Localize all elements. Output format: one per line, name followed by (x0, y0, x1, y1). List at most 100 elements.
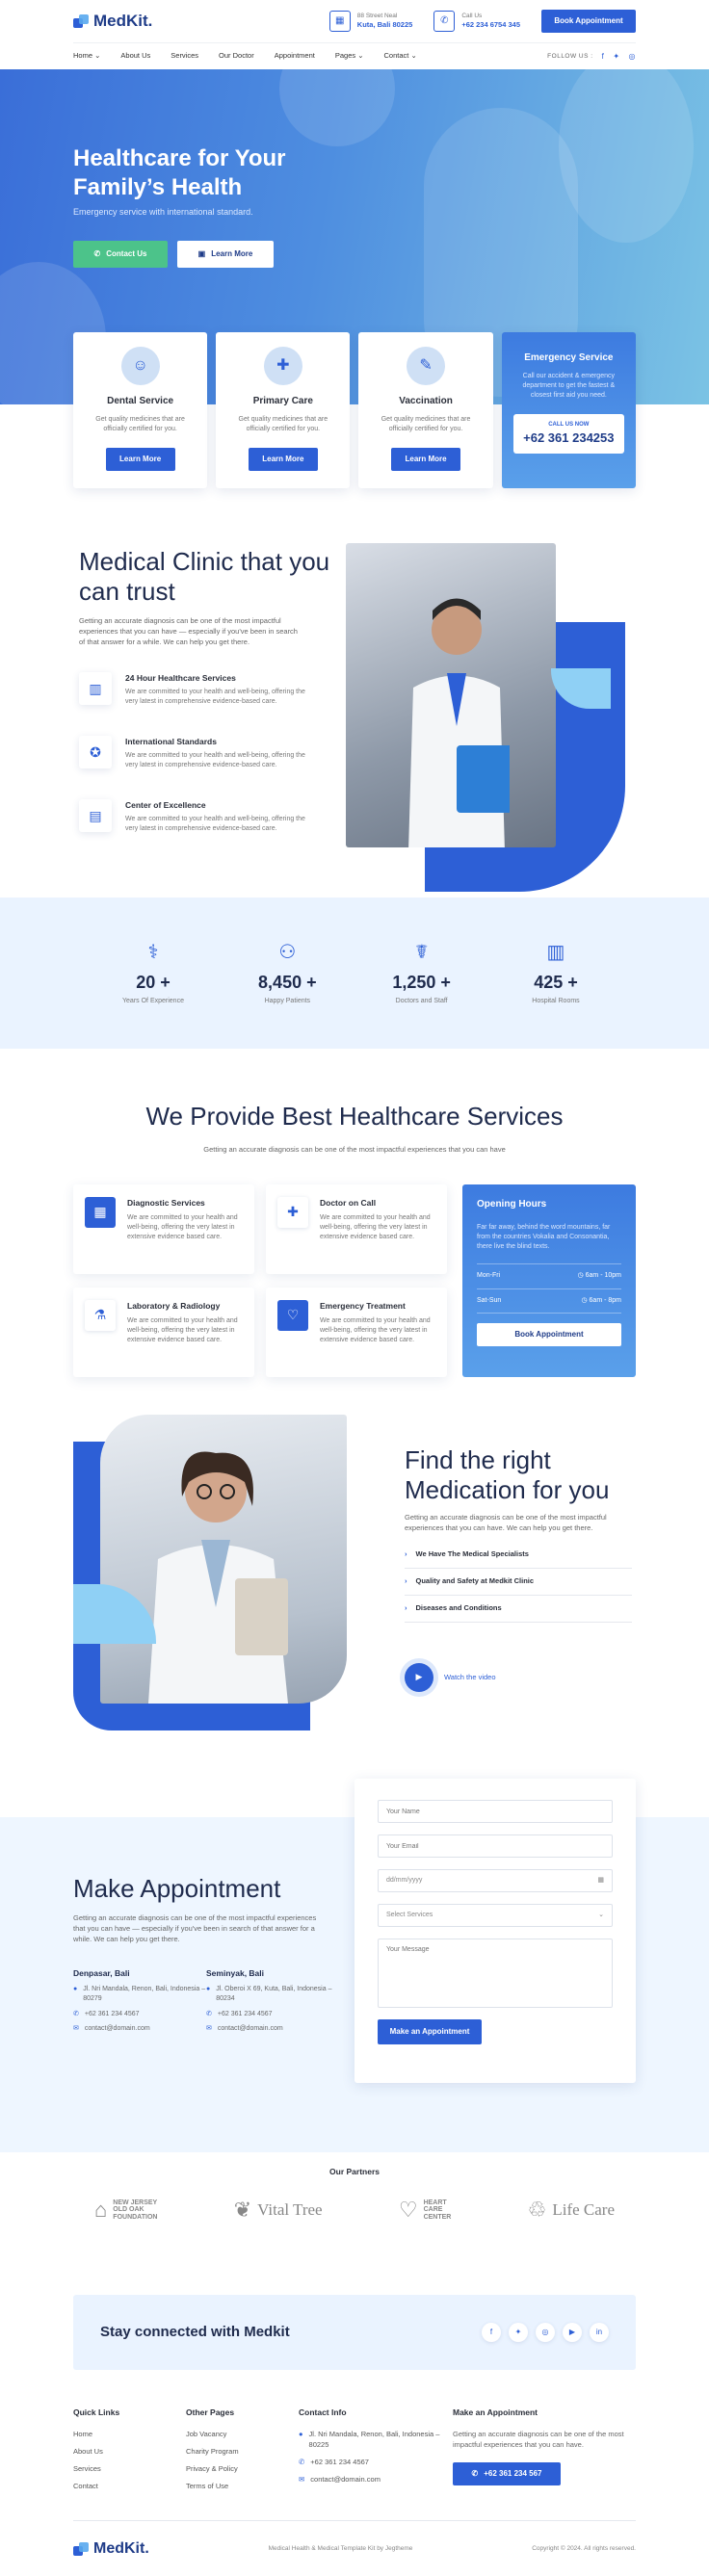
stat-item: ▥ 425 + Hospital Rooms (503, 939, 609, 1006)
message-field[interactable] (378, 1939, 613, 2008)
footer-link[interactable]: Terms of Use (186, 2482, 299, 2492)
service-item[interactable]: ✚ Doctor on Call We are committed to your… (266, 1184, 447, 1274)
map-pin-icon: ● (206, 1986, 211, 1993)
site-header: MedKit. ▦ 88 Street Neal Kuta, Bali 80225… (73, 0, 636, 69)
calendar-icon: ▦ (597, 1876, 604, 1884)
logo-line: OLD OAK (113, 2206, 144, 2214)
address-line1: 88 Street Neal (356, 12, 398, 19)
facebook-icon[interactable]: f (602, 51, 605, 63)
location-email[interactable]: contact@domain.com (85, 2024, 150, 2034)
nav-our-doctor[interactable]: Our Doctor (219, 51, 254, 62)
service-item[interactable]: ▦ Diagnostic Services We are committed to… (73, 1184, 254, 1274)
service-item[interactable]: ♡ Emergency Treatment We are committed to… (266, 1287, 447, 1377)
learn-more-button[interactable]: ▣ Learn More (177, 241, 274, 268)
medication-list-item[interactable]: › Quality and Safety at Medkit Clinic (405, 1576, 632, 1596)
service-card: ✚ Primary Care Get quality medicines tha… (216, 332, 351, 488)
footer-call-button[interactable]: ✆ +62 361 234 567 (453, 2462, 561, 2486)
facebook-icon[interactable]: f (482, 2323, 501, 2342)
logo-line: NEW JERSEY (113, 2199, 158, 2206)
location-phone[interactable]: +62 361 234 4567 (218, 2010, 273, 2019)
nav-home[interactable]: Home ⌄ (73, 51, 100, 62)
services-lead: Getting an accurate diagnosis can be one… (203, 1144, 506, 1154)
footer-copyright: Copyright © 2024. All rights reserved. (532, 2544, 636, 2552)
footer-heading: Contact Info (299, 2407, 347, 2417)
hours-text: Far far away, behind the word mountains,… (477, 1224, 611, 1251)
medication-title: Find the right Medication for you (405, 1445, 610, 1505)
learn-more-button[interactable]: Learn More (248, 447, 318, 471)
instagram-icon[interactable]: ◎ (629, 51, 636, 63)
footer-logo[interactable]: MedKit. (73, 2537, 149, 2560)
medication-lead: Getting an accurate diagnosis can be one… (405, 1513, 607, 1532)
card-text: Get quality medicines that are officiall… (95, 415, 185, 432)
hours-row: Sat-Sun ◷ 6am - 8pm (477, 1288, 621, 1314)
service-title: Laboratory & Radiology (127, 1300, 221, 1311)
medication-list-item[interactable]: › Diseases and Conditions (405, 1603, 632, 1623)
date-field[interactable]: dd/mm/yyyy ▦ (378, 1869, 613, 1892)
emergency-title: Emergency Service (524, 352, 614, 363)
chevron-down-icon: ⌄ (410, 51, 417, 61)
stat-value: 20 + (136, 973, 171, 993)
location-block: Seminyak, Bali ● Jl. Oberoi X 69, Kuta, B… (206, 1967, 341, 2039)
nav-about[interactable]: About Us (120, 51, 150, 62)
footer-link[interactable]: Privacy & Policy (186, 2464, 299, 2475)
footer-credit: Medical Health & Medical Template Kit by… (268, 2544, 413, 2552)
phone-info: ✆ Call Us +62 234 6754 345 (433, 11, 520, 32)
clock-icon: ◷ (577, 1272, 584, 1280)
twitter-icon[interactable]: ✦ (509, 2323, 528, 2342)
chevron-down-icon: ⌄ (94, 51, 101, 61)
nav-label: Home (73, 51, 93, 61)
contact-us-button[interactable]: ✆ Contact Us (73, 241, 168, 268)
list-item-label: Quality and Safety at Medkit Clinic (415, 1576, 535, 1585)
video-label: Watch the video (444, 1672, 496, 1681)
nav-pages[interactable]: Pages ⌄ (335, 51, 364, 62)
services-select[interactable]: Select Services ⌄ (378, 1904, 613, 1927)
opening-hours-card: Opening Hours Far far away, behind the w… (462, 1184, 636, 1377)
footer-link[interactable]: Home (73, 2430, 186, 2440)
location-email[interactable]: contact@domain.com (218, 2024, 283, 2034)
appointment-section: Make Appointment Getting an accurate dia… (0, 1779, 709, 2152)
submit-appointment-button[interactable]: Make an Appointment (378, 2019, 482, 2044)
feature-text: We are committed to your health and well… (125, 816, 305, 833)
nav-contact[interactable]: Contact ⌄ (384, 51, 417, 62)
learn-more-button[interactable]: Learn More (391, 447, 461, 471)
stat-item: ⚇ 8,450 + Happy Patients (234, 939, 340, 1006)
card-text: Get quality medicines that are officiall… (381, 415, 471, 432)
stat-value: 1,250 + (392, 973, 451, 993)
instagram-icon[interactable]: ◎ (536, 2323, 555, 2342)
appointment-title: Make Appointment (73, 1874, 281, 1903)
watch-video-link[interactable]: ▶ Watch the video (405, 1663, 496, 1692)
location-phone[interactable]: +62 361 234 4567 (85, 2010, 140, 2019)
footer-link[interactable]: Job Vacancy (186, 2430, 299, 2440)
logo-text: MedKit. (93, 11, 153, 30)
book-appointment-button[interactable]: Book Appointment (477, 1322, 621, 1346)
medication-list-item[interactable]: › We Have The Medical Specialists (405, 1549, 632, 1569)
learn-more-button[interactable]: Learn More (105, 447, 175, 471)
footer-phone[interactable]: +62 361 234 4567 (310, 2458, 369, 2468)
name-field[interactable] (378, 1800, 613, 1823)
contact-info: Contact Info ● Jl. Nri Mandala, Renon, Ba… (299, 2407, 453, 2520)
emergency-phone: +62 361 234253 (523, 429, 615, 445)
doctor-icon: ✚ (263, 347, 302, 385)
feature-text: We are committed to your health and well… (125, 752, 305, 769)
chevron-down-icon: ⌄ (598, 1911, 604, 1918)
emergency-text: Call our accident & emergency department… (522, 372, 616, 399)
book-appointment-button[interactable]: Book Appointment (541, 10, 636, 33)
logo[interactable]: MedKit. (73, 10, 152, 34)
footer-link[interactable]: Charity Program (186, 2447, 299, 2458)
service-title: Emergency Treatment (320, 1300, 406, 1311)
footer-link[interactable]: About Us (73, 2447, 186, 2458)
footer-link[interactable]: Services (73, 2464, 186, 2475)
header-phone[interactable]: +62 234 6754 345 (461, 20, 520, 31)
nav-services[interactable]: Services (171, 51, 198, 62)
chevron-down-icon: ⌄ (357, 51, 364, 61)
linkedin-icon[interactable]: in (590, 2323, 609, 2342)
nav-appointment[interactable]: Appointment (275, 51, 315, 62)
footer-link[interactable]: Contact (73, 2482, 186, 2492)
twitter-icon[interactable]: ✦ (613, 51, 619, 63)
service-item[interactable]: ⚗ Laboratory & Radiology We are committed… (73, 1287, 254, 1377)
emergency-call-box[interactable]: CALL US NOW +62 361 234253 (512, 413, 624, 455)
footer-email[interactable]: contact@domain.com (310, 2475, 381, 2485)
email-field[interactable] (378, 1834, 613, 1858)
clock-icon: ◷ (581, 1296, 588, 1304)
youtube-icon[interactable]: ▶ (563, 2323, 582, 2342)
